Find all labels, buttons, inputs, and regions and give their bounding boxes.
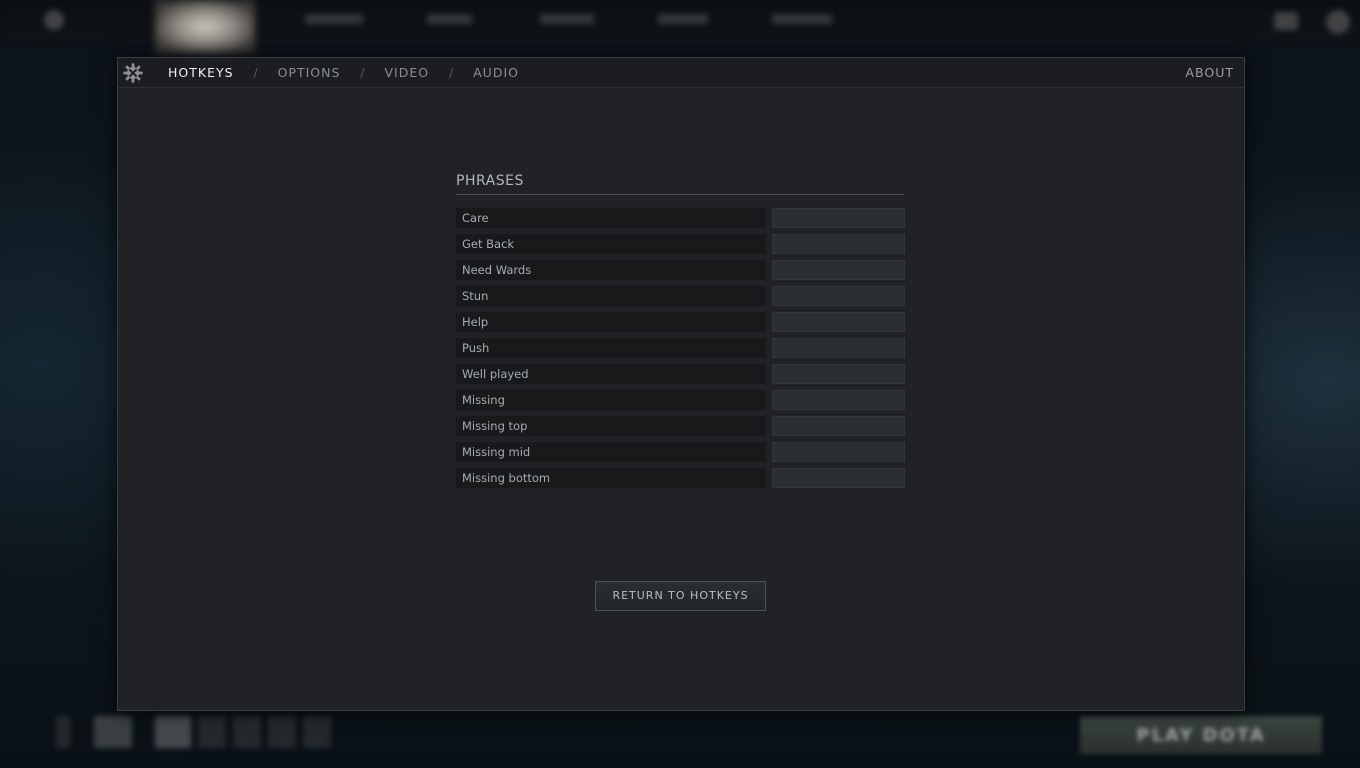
tab-video[interactable]: VIDEO bbox=[384, 65, 429, 80]
tab-options[interactable]: OPTIONS bbox=[278, 65, 341, 80]
settings-header: HOTKEYS / OPTIONS / VIDEO / AUDIO ABOUT bbox=[118, 58, 1244, 88]
tab-separator: / bbox=[449, 65, 454, 80]
phrase-row-missing-bottom: Missing bottom bbox=[456, 468, 906, 488]
hotkey-binding-field[interactable] bbox=[772, 338, 905, 358]
phrase-label: Need Wards bbox=[456, 260, 766, 280]
background-nav-item bbox=[540, 14, 594, 24]
background-nav-item bbox=[427, 14, 472, 24]
background-bottom-item bbox=[94, 716, 132, 748]
phrase-row-get-back: Get Back bbox=[456, 234, 906, 254]
background-nav-item bbox=[658, 14, 708, 24]
hotkey-binding-field[interactable] bbox=[772, 468, 905, 488]
phrase-row-missing: Missing bbox=[456, 390, 906, 410]
hotkey-binding-field[interactable] bbox=[772, 364, 905, 384]
about-link[interactable]: ABOUT bbox=[1185, 58, 1234, 87]
tab-audio[interactable]: AUDIO bbox=[473, 65, 519, 80]
hotkey-binding-field[interactable] bbox=[772, 312, 905, 332]
hotkey-binding-field[interactable] bbox=[772, 442, 905, 462]
phrase-row-well-played: Well played bbox=[456, 364, 906, 384]
phrase-row-help: Help bbox=[456, 312, 906, 332]
hotkey-binding-field[interactable] bbox=[772, 286, 905, 306]
phrase-label: Get Back bbox=[456, 234, 766, 254]
phrase-row-missing-mid: Missing mid bbox=[456, 442, 906, 462]
phrase-row-stun: Stun bbox=[456, 286, 906, 306]
phrase-row-push: Push bbox=[456, 338, 906, 358]
background-avatar bbox=[1326, 10, 1350, 34]
background-bottom-item bbox=[56, 716, 70, 748]
phrase-label: Well played bbox=[456, 364, 766, 384]
phrase-row-missing-top: Missing top bbox=[456, 416, 906, 436]
gear-icon[interactable] bbox=[122, 62, 144, 84]
hotkey-binding-field[interactable] bbox=[772, 416, 905, 436]
background-bottom-item bbox=[198, 716, 226, 748]
phrase-label: Missing bottom bbox=[456, 468, 766, 488]
background-bottom-item bbox=[303, 716, 331, 748]
hotkey-binding-field[interactable] bbox=[772, 390, 905, 410]
background-bottom-item bbox=[155, 716, 191, 748]
tab-separator: / bbox=[360, 65, 365, 80]
settings-panel: HOTKEYS / OPTIONS / VIDEO / AUDIO ABOUT … bbox=[117, 57, 1245, 711]
background-mail-icon bbox=[1274, 12, 1298, 30]
phrase-label: Missing bbox=[456, 390, 766, 410]
phrase-label: Missing top bbox=[456, 416, 766, 436]
settings-tabs: HOTKEYS / OPTIONS / VIDEO / AUDIO bbox=[168, 58, 519, 87]
phrase-label: Stun bbox=[456, 286, 766, 306]
hotkey-binding-field[interactable] bbox=[772, 260, 905, 280]
phrase-label: Missing mid bbox=[456, 442, 766, 462]
hotkey-binding-field[interactable] bbox=[772, 234, 905, 254]
play-dota-button[interactable]: PLAY DOTA bbox=[1080, 716, 1322, 754]
phrase-row-care: Care bbox=[456, 208, 906, 228]
hotkey-binding-field[interactable] bbox=[772, 208, 905, 228]
phrases-list: Care Get Back Need Wards Stun Help Push … bbox=[456, 208, 906, 494]
phrase-label: Push bbox=[456, 338, 766, 358]
background-bottom-item bbox=[233, 716, 261, 748]
background-logo bbox=[155, 0, 255, 54]
phrase-label: Help bbox=[456, 312, 766, 332]
tab-separator: / bbox=[253, 65, 258, 80]
phrase-row-need-wards: Need Wards bbox=[456, 260, 906, 280]
tab-hotkeys[interactable]: HOTKEYS bbox=[168, 65, 234, 80]
background-bottom-item bbox=[268, 716, 296, 748]
background-nav-item bbox=[772, 14, 832, 24]
background-nav-item bbox=[305, 14, 363, 24]
background-settings-icon bbox=[44, 10, 64, 30]
return-to-hotkeys-button[interactable]: RETURN TO HOTKEYS bbox=[595, 581, 766, 611]
phrase-label: Care bbox=[456, 208, 766, 228]
phrases-title: PHRASES bbox=[456, 173, 904, 195]
